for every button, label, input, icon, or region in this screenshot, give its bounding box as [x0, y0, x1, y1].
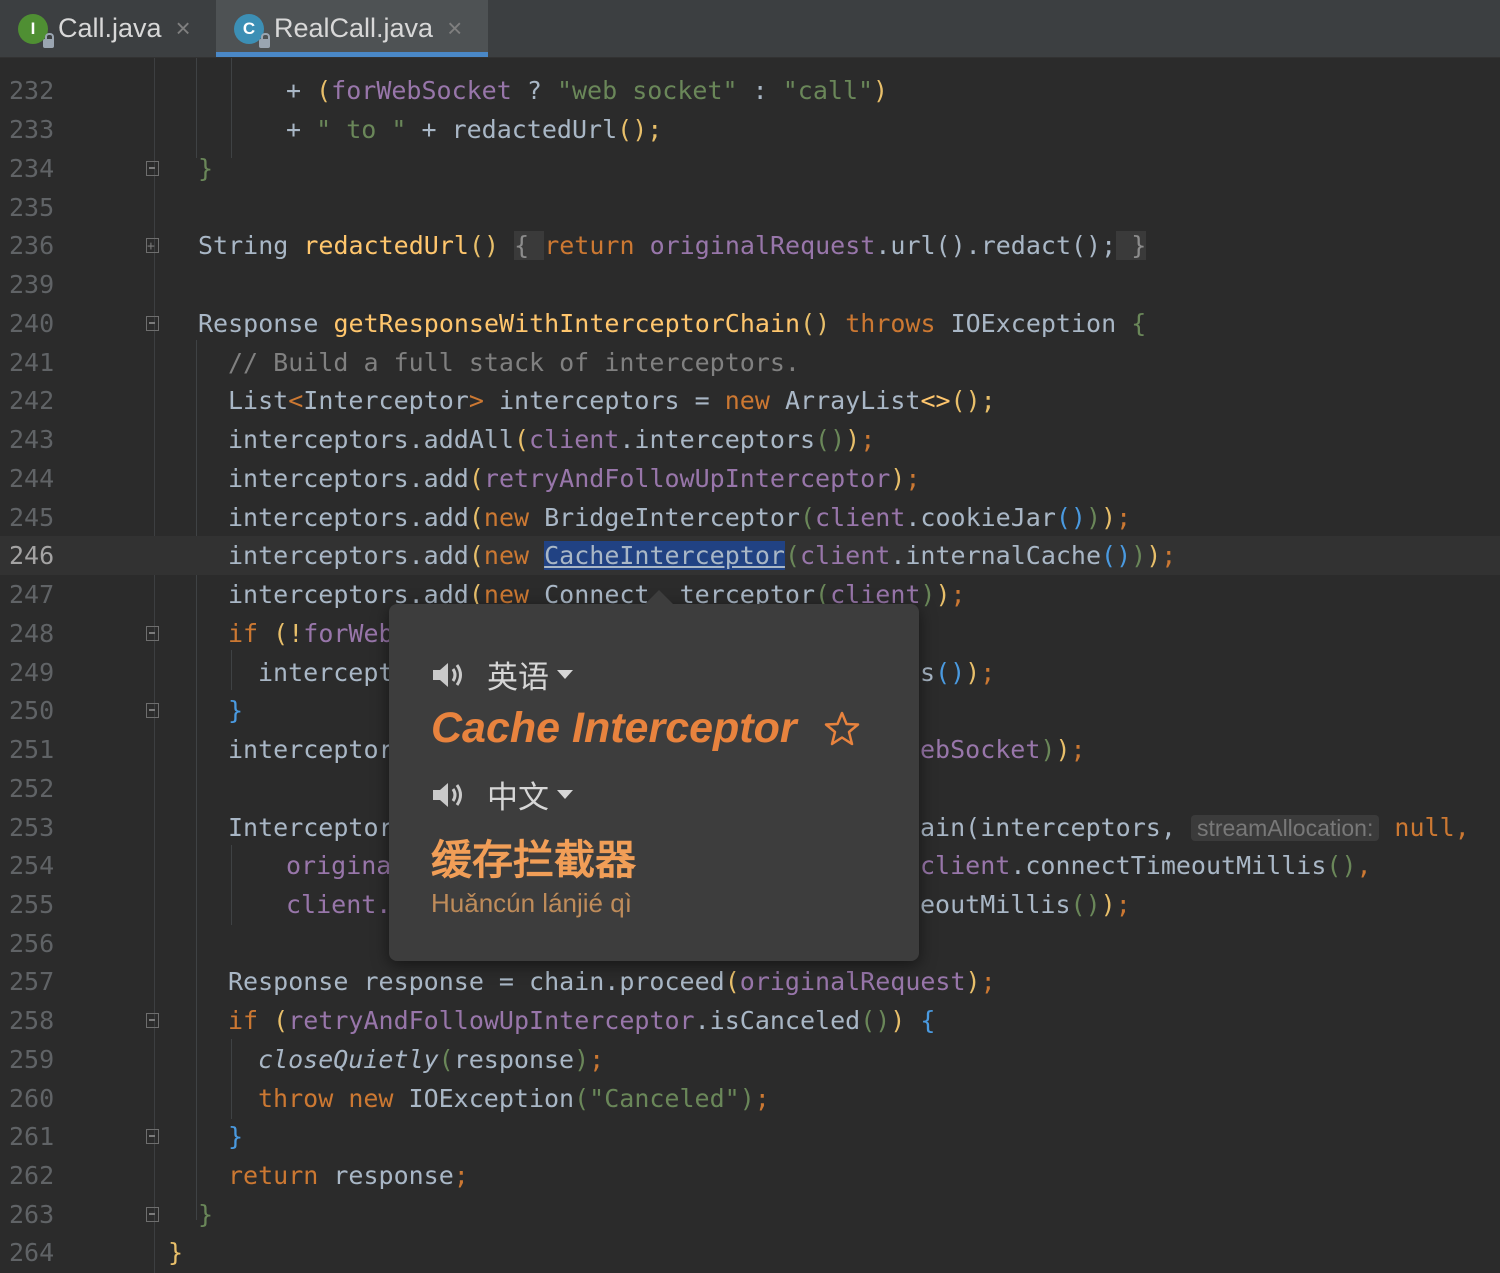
line-number: 258 — [9, 1006, 55, 1035]
source-word: Cache Interceptor — [431, 704, 797, 752]
selected-word[interactable]: CacheInterceptor — [544, 541, 785, 570]
line-number: 255 — [9, 890, 55, 919]
code-line: 236 String redactedUrl() { return origin… — [0, 226, 1500, 266]
line-number: 249 — [9, 658, 55, 687]
target-language-row: 中文 — [431, 772, 573, 817]
line-number: 244 — [9, 464, 55, 493]
code-line: 259 closeQuietly(response); — [0, 1040, 1500, 1079]
line-number: 234 — [9, 154, 55, 183]
class-icon: C — [234, 13, 270, 48]
line-number: 251 — [9, 735, 55, 764]
expand-fold-icon[interactable] — [146, 227, 159, 266]
code-line: 263 } — [0, 1195, 1500, 1234]
line-number: 250 — [9, 696, 55, 725]
translation-row: 缓存拦截器 — [431, 826, 636, 886]
line-number: 256 — [9, 929, 55, 958]
close-icon[interactable]: × — [447, 13, 462, 44]
speaker-icon[interactable] — [431, 780, 465, 810]
line-number: 259 — [9, 1045, 55, 1074]
line-number: 248 — [9, 619, 55, 648]
code-line: 239 — [0, 265, 1500, 304]
close-icon[interactable]: × — [176, 13, 191, 44]
popup-caret — [645, 590, 673, 604]
code-line: 234 } — [0, 149, 1500, 188]
line-number: 232 — [9, 76, 55, 105]
code-line: 232 + (forWebSocket ? "web socket" : "ca… — [0, 71, 1500, 110]
line-number: 245 — [9, 503, 55, 532]
code-line: 264 } — [0, 1233, 1500, 1272]
target-language-select[interactable]: 中文 — [487, 772, 549, 817]
pinyin-row: Huǎncún lánjié qì — [431, 888, 632, 919]
code-line: 261 } — [0, 1117, 1500, 1156]
star-icon[interactable] — [823, 711, 861, 747]
translation-text: 缓存拦截器 — [431, 837, 636, 883]
code-line: 244 interceptors.add(retryAndFollowUpInt… — [0, 459, 1500, 498]
fold-icon[interactable] — [146, 1129, 159, 1144]
line-number: 260 — [9, 1084, 55, 1113]
line-number: 241 — [9, 348, 55, 377]
editor-tab-bar: I Call.java × C RealCall.java × — [0, 0, 1500, 58]
pinyin-text: Huǎncún lánjié qì — [431, 888, 632, 918]
code-line: 233 + " to " + redactedUrl(); — [0, 110, 1500, 149]
line-number: 247 — [9, 580, 55, 609]
lock-icon — [43, 32, 54, 48]
line-number: 257 — [9, 967, 55, 996]
code-line: 245 interceptors.add(new BridgeIntercept… — [0, 498, 1500, 537]
line-number: 264 — [9, 1238, 55, 1267]
fold-icon[interactable] — [146, 1207, 159, 1222]
line-number: 263 — [9, 1200, 55, 1229]
tab-label: Call.java — [58, 13, 162, 43]
line-number: 239 — [9, 270, 55, 299]
interface-icon: I — [18, 13, 54, 48]
line-number: 235 — [9, 193, 55, 222]
code-line: 240 Response getResponseWithInterceptorC… — [0, 304, 1500, 343]
fold-icon[interactable] — [146, 1013, 159, 1028]
code-line: 262 return response; — [0, 1156, 1500, 1195]
tab-call-java[interactable]: I Call.java × — [0, 0, 214, 57]
parameter-hint: streamAllocation: — [1190, 815, 1380, 841]
tab-label: RealCall.java — [274, 13, 434, 43]
lock-icon — [259, 32, 270, 48]
active-tab-indicator — [216, 52, 488, 57]
code-line: 242 List<Interceptor> interceptors = new… — [0, 381, 1500, 420]
line-number: 252 — [9, 774, 55, 803]
line-number: 262 — [9, 1161, 55, 1190]
dropdown-arrow-icon[interactable] — [557, 790, 573, 799]
code-line: 243 interceptors.addAll(client.intercept… — [0, 420, 1500, 459]
line-number: 236 — [9, 231, 55, 260]
line-number: 254 — [9, 851, 55, 880]
line-number: 243 — [9, 425, 55, 454]
line-number: 233 — [9, 115, 55, 144]
code-line: 257 Response response = chain.proceed(or… — [0, 962, 1500, 1001]
line-number: 261 — [9, 1122, 55, 1151]
translation-popup: 英语 Cache Interceptor 中文 缓存拦截器 Huǎncún lá… — [389, 590, 919, 961]
speaker-icon[interactable] — [431, 660, 465, 690]
line-number: 253 — [9, 813, 55, 842]
source-language-select[interactable]: 英语 — [487, 652, 549, 697]
code-line: 241 // Build a full stack of interceptor… — [0, 343, 1500, 382]
code-line-current: 246 interceptors.add(new CacheIntercepto… — [0, 536, 1500, 575]
line-number: 246 — [9, 541, 55, 570]
source-language-row: 英语 — [431, 652, 573, 697]
code-line: 258 if (retryAndFollowUpInterceptor.isCa… — [0, 1001, 1500, 1040]
tab-realcall-java[interactable]: C RealCall.java × — [216, 0, 488, 57]
fold-icon[interactable] — [146, 626, 159, 641]
word-row: Cache Interceptor — [431, 704, 861, 753]
dropdown-arrow-icon[interactable] — [557, 670, 573, 679]
fold-icon[interactable] — [146, 161, 159, 176]
fold-icon[interactable] — [146, 703, 159, 718]
code-line: 235 — [0, 188, 1500, 227]
line-number: 240 — [9, 309, 55, 338]
line-number: 242 — [9, 386, 55, 415]
code-line: 260 throw new IOException("Canceled"); — [0, 1079, 1500, 1118]
fold-icon[interactable] — [146, 316, 159, 331]
